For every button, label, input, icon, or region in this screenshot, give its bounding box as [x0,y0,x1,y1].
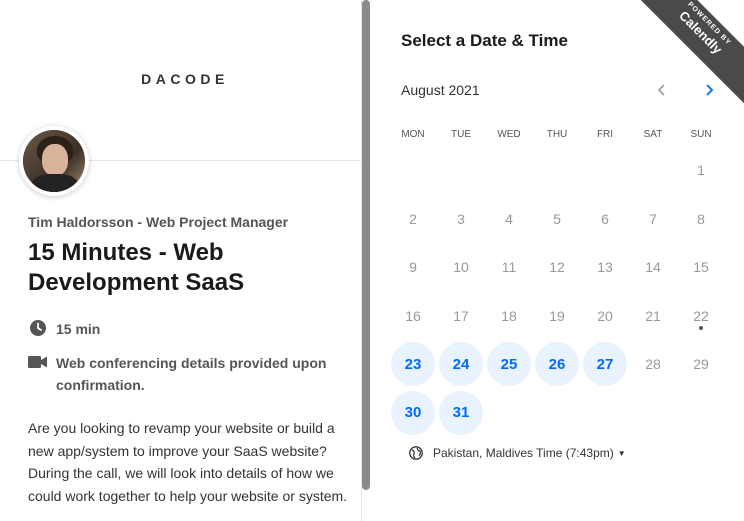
day-button[interactable]: 23 [391,342,435,387]
badge-powered-by: POWERED BY [686,0,733,47]
weekday-tue: TUE [451,129,471,140]
chevron-left-icon[interactable] [652,80,672,100]
day-button[interactable]: 24 [439,342,483,387]
weekday-thu: THU [546,129,568,140]
day-button[interactable]: 31 [439,390,483,435]
day-1: 1 [697,162,705,179]
day-30[interactable]: 30 [389,389,437,438]
empty-cell [581,146,629,195]
calendar-panel: POWERED BY Calendly Select a Date & Time… [371,0,744,521]
host-name: Tim Haldorsson - Web Project Manager [28,214,289,230]
duration-label: 15 min [56,321,101,337]
event-title: 15 Minutes - Web Development SaaS [28,239,245,296]
empty-cell [437,146,485,195]
weekday-mon: MON [401,129,425,140]
calendar-grid: 1 2 3 4 5 6 7 8 9 10 11 12 13 14 15 16 17 18 19 20 21 22 23 24 2… [389,146,743,437]
calendar-heading: Select a Date & Time [401,31,568,50]
day-button[interactable]: 27 [583,342,627,387]
video-camera-icon [28,352,48,372]
day-10: 10 [453,259,469,276]
powered-by-calendly-badge[interactable]: POWERED BY Calendly [626,0,744,107]
day-21: 21 [645,307,661,324]
event-details-panel: DACODE Tim Haldorsson - Web Project Mana… [0,0,362,521]
avatar [19,126,89,196]
day-2: 2 [409,210,417,227]
day-3: 3 [457,210,465,227]
caret-down-icon: ▼ [617,448,626,458]
globe-icon [409,446,423,460]
day-button[interactable]: 30 [391,390,435,435]
day-8: 8 [697,210,705,227]
weekday-header: MON TUE WED THU FRI SAT SUN [389,129,743,140]
day-5: 5 [553,210,561,227]
chevron-right-icon[interactable] [699,80,719,100]
day-16: 16 [405,307,421,324]
day-11: 11 [501,259,517,276]
scrollbar-thumb[interactable] [362,0,370,490]
weekday-fri: FRI [596,129,614,140]
day-23[interactable]: 23 [389,340,437,389]
empty-cell [485,146,533,195]
timezone-label: Pakistan, Maldives Time (7:43pm) [433,446,614,460]
weekday-wed: WED [497,129,521,140]
day-4: 4 [505,210,513,227]
day-6: 6 [601,210,609,227]
empty-cell [389,146,437,195]
brand-logo: DACODE [141,71,229,87]
event-description: Are you looking to revamp your website o… [28,420,348,504]
day-24[interactable]: 24 [437,340,485,389]
clock-icon [28,318,48,338]
day-28: 28 [645,356,661,373]
day-19: 19 [549,307,565,324]
duration-row: 15 min [28,318,100,340]
day-12: 12 [549,259,565,276]
month-label: August 2021 [401,82,480,98]
day-29: 29 [693,356,709,373]
day-31[interactable]: 31 [437,389,485,438]
weekday-sun: SUN [690,129,712,140]
conferencing-row: Web conferencing details provided upon c… [28,352,348,396]
day-27[interactable]: 27 [581,340,629,389]
day-13: 13 [597,259,613,276]
day-17: 17 [453,307,469,324]
timezone-selector[interactable]: Pakistan, Maldives Time (7:43pm) ▼ [409,446,626,460]
day-20: 20 [597,307,613,324]
day-22: 22 [677,292,725,341]
day-9: 9 [409,259,417,276]
conferencing-label: Web conferencing details provided upon c… [56,355,327,393]
weekday-sat: SAT [643,129,663,140]
day-26[interactable]: 26 [533,340,581,389]
day-18: 18 [501,307,517,324]
day-14: 14 [645,259,661,276]
day-button[interactable]: 26 [535,342,579,387]
day-button[interactable]: 25 [487,342,531,387]
day-25[interactable]: 25 [485,340,533,389]
day-15: 15 [693,259,709,276]
day-7: 7 [649,210,657,227]
empty-cell [629,146,677,195]
empty-cell [533,146,581,195]
